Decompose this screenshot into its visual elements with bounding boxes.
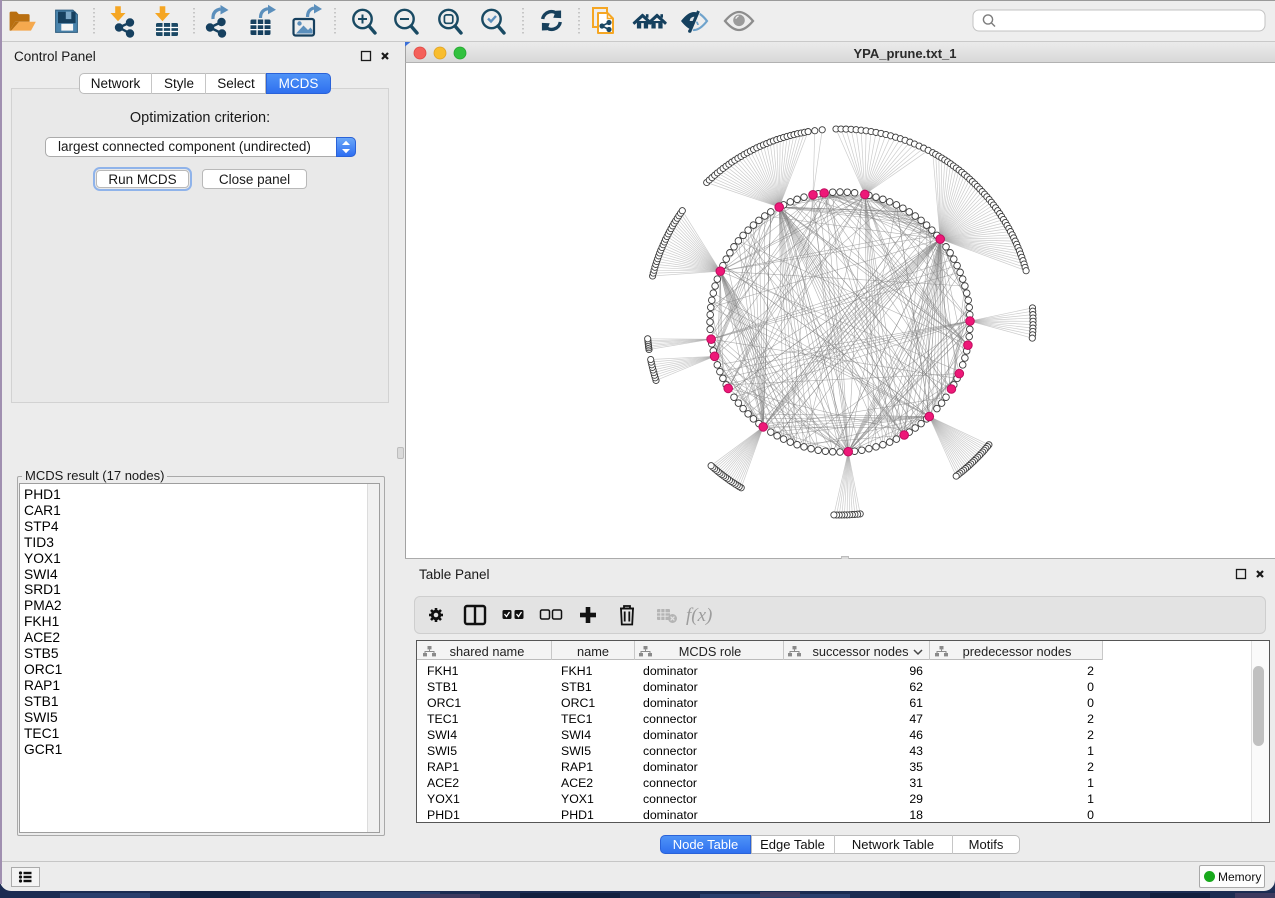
svg-text:f(x): f(x)	[686, 605, 712, 626]
